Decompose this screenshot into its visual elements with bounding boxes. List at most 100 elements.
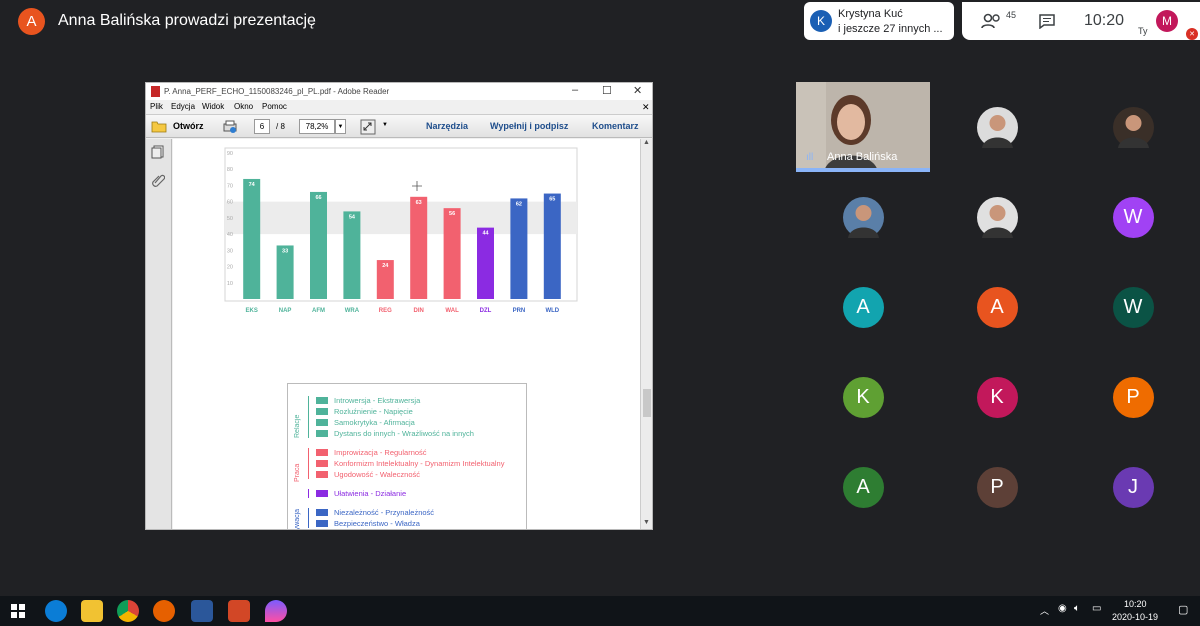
taskbar-date[interactable]: 2020-10-19: [1112, 612, 1158, 622]
participant-tile[interactable]: J: [1066, 442, 1200, 532]
close-button[interactable]: ✕: [633, 84, 642, 97]
legend-label: Ugodowość - Waleczność: [334, 470, 421, 479]
people-button[interactable]: 45: [974, 2, 1016, 40]
speaker-name: Anna Balińska: [827, 151, 898, 163]
fit-page-icon[interactable]: [360, 119, 376, 135]
participant-tile[interactable]: A: [796, 262, 930, 352]
attachment-icon[interactable]: [151, 173, 165, 187]
participant-tile[interactable]: K: [930, 352, 1064, 442]
page-number-input[interactable]: 6: [254, 119, 270, 134]
zoom-dropdown-icon[interactable]: ▼: [335, 119, 346, 134]
tray-chevron-icon[interactable]: ︿: [1040, 604, 1049, 617]
minimize-button[interactable]: –: [572, 84, 578, 96]
participant-tile[interactable]: P: [930, 442, 1064, 532]
network-icon[interactable]: ◉: [1058, 603, 1067, 614]
participant-tile[interactable]: P: [1066, 352, 1200, 442]
taskbar-time[interactable]: 10:20: [1124, 599, 1147, 609]
volume-icon[interactable]: 🔈︎: [1074, 603, 1080, 614]
participant-photo: [976, 106, 1018, 148]
y-tick-label: 50: [227, 216, 233, 222]
y-tick-label: 60: [227, 200, 233, 206]
menu-plik[interactable]: Plik: [150, 102, 163, 111]
maximize-button[interactable]: ☐: [602, 84, 612, 97]
category-label: EKS: [246, 308, 258, 314]
edge-icon[interactable]: [45, 600, 67, 622]
chrome-icon[interactable]: [117, 600, 139, 622]
participant-tile[interactable]: A: [796, 442, 930, 532]
category-label: WRA: [345, 308, 360, 314]
speaking-icon: ıll: [806, 152, 814, 163]
doc-close-icon[interactable]: ✕: [642, 102, 650, 113]
legend-group-line: [308, 396, 309, 438]
start-icon[interactable]: [11, 604, 25, 618]
y-tick-label: 10: [227, 281, 233, 287]
reader-title-bar: P. Anna_PERF_ECHO_1150083246_pl_PL.pdf -…: [146, 83, 652, 100]
powerpoint-icon[interactable]: [228, 600, 250, 622]
participant-avatar: P: [976, 466, 1018, 508]
participant-avatar: A: [842, 466, 884, 508]
y-tick-label: 90: [227, 151, 233, 157]
meet-top-bar: A Anna Balińska prowadzi prezentację K K…: [0, 0, 1200, 44]
self-avatar[interactable]: M: [1156, 10, 1178, 32]
participant-tile[interactable]: [930, 82, 1064, 172]
legend-item: Ułatwienia - Działanie: [316, 489, 406, 498]
participant-avatar: K: [842, 376, 884, 418]
notifications-icon[interactable]: ▢: [1178, 603, 1188, 616]
legend-label: Rozluźnienie - Napięcie: [334, 407, 413, 416]
participant-tile[interactable]: A: [930, 262, 1064, 352]
menu-edycja[interactable]: Edycja: [171, 102, 195, 111]
bar-dzl: [477, 227, 494, 299]
fill-sign-button[interactable]: Wypełnij i podpisz: [490, 121, 568, 131]
notification-avatar: K: [810, 10, 832, 32]
display-icon[interactable]: ▭: [1092, 603, 1101, 614]
word-icon[interactable]: [191, 600, 213, 622]
participant-tile[interactable]: W: [1066, 172, 1200, 262]
firefox-icon[interactable]: [153, 600, 175, 622]
scroll-down-icon[interactable]: ▼: [643, 519, 650, 526]
bar-chart: 102030405060708090 74336654246356446265 …: [224, 147, 578, 314]
notification-line1: Krystyna Kuć: [838, 8, 903, 20]
vertical-scrollbar[interactable]: ▲ ▼: [640, 139, 652, 529]
chat-button[interactable]: [1032, 2, 1062, 40]
file-explorer-icon[interactable]: [81, 600, 103, 622]
cursor-crosshair-icon: [412, 181, 422, 191]
zoom-input[interactable]: 78,2%: [299, 119, 335, 134]
category-label: DIN: [414, 308, 424, 314]
category-label: REG: [379, 308, 392, 314]
menu-widok[interactable]: Widok: [202, 102, 224, 111]
scroll-thumb[interactable]: [643, 389, 651, 417]
bar-value-label: 33: [282, 248, 288, 254]
participant-tile[interactable]: K: [796, 352, 930, 442]
join-notification[interactable]: K Krystyna Kuć i jeszcze 27 innych ...: [804, 2, 954, 40]
participant-tile[interactable]: [930, 172, 1064, 262]
open-button[interactable]: Otwórz: [173, 121, 204, 131]
print-icon[interactable]: [222, 119, 238, 135]
legend-swatch: [316, 471, 328, 478]
legend-label: Improwizacja - Regularność: [334, 448, 427, 457]
mic-muted-icon: ✕: [1186, 28, 1198, 40]
reader-menu-bar: Plik Edycja Widok Okno Pomoc ✕: [146, 100, 652, 114]
navigation-pane: [146, 139, 172, 529]
participant-avatar: J: [1112, 466, 1154, 508]
presenter-text: Anna Balińska prowadzi prezentację: [58, 12, 316, 29]
legend-swatch: [316, 490, 328, 497]
tools-button[interactable]: Narzędzia: [426, 121, 468, 131]
participant-tile[interactable]: W: [1066, 262, 1200, 352]
speaker-tile[interactable]: ıll Anna Balińska: [796, 82, 930, 172]
comment-button[interactable]: Komentarz: [592, 121, 639, 131]
y-tick-label: 80: [227, 167, 233, 173]
participant-tile[interactable]: [1066, 82, 1200, 172]
y-tick-label: 40: [227, 232, 233, 238]
participant-tile[interactable]: [796, 172, 930, 262]
legend-swatch: [316, 509, 328, 516]
pdf-page: 10 20 30 40 50 60 70 80 90 74 33 66 54 24 63 56 44 62 65 …: [173, 139, 640, 529]
scroll-up-icon[interactable]: ▲: [643, 139, 650, 146]
category-label: AFM: [312, 308, 325, 314]
menu-okno[interactable]: Okno: [234, 102, 253, 111]
bar-afm: [310, 191, 327, 299]
toolbar-menu-icon[interactable]: ▼: [382, 122, 388, 128]
paint-icon[interactable]: [265, 600, 287, 622]
legend-swatch: [316, 397, 328, 404]
menu-pomoc[interactable]: Pomoc: [262, 102, 287, 111]
pages-icon[interactable]: [151, 145, 165, 159]
